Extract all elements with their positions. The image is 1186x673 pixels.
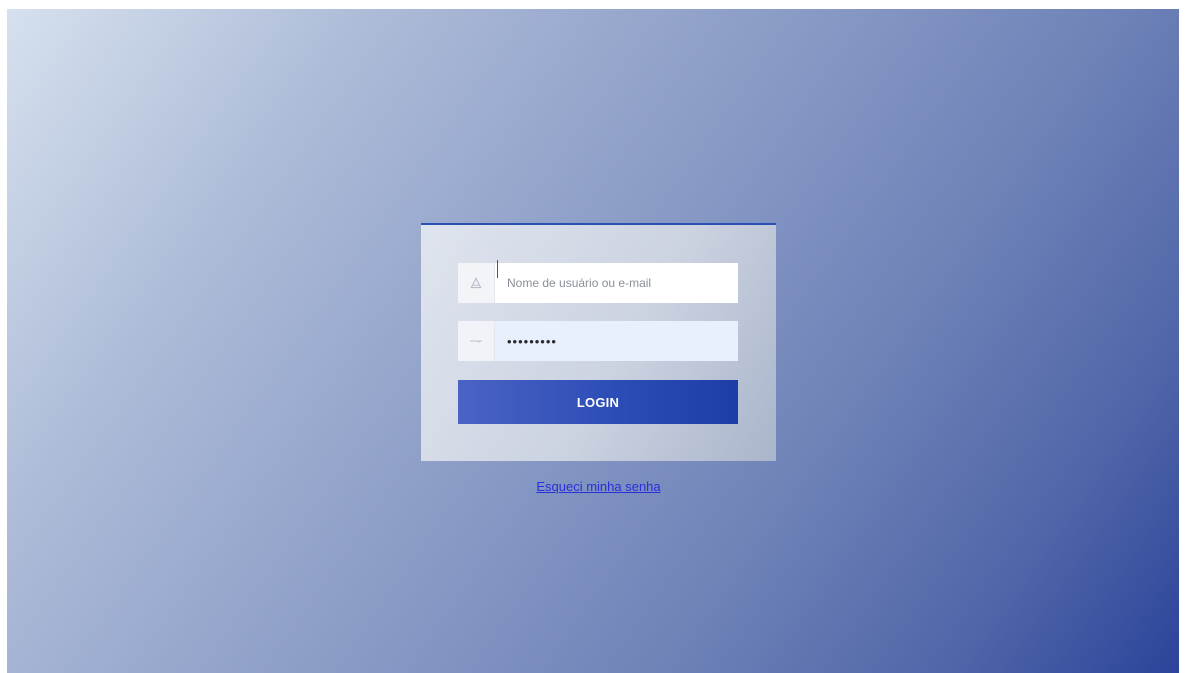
user-icon	[458, 263, 495, 303]
text-cursor	[497, 260, 498, 278]
username-field[interactable]	[458, 260, 738, 303]
username-input[interactable]	[495, 263, 738, 303]
key-icon	[458, 321, 495, 361]
forgot-password-link[interactable]: Esqueci minha senha	[421, 479, 776, 494]
login-screen: LOGIN Esqueci minha senha	[7, 9, 1179, 673]
login-button[interactable]: LOGIN	[458, 380, 738, 424]
password-field[interactable]	[458, 321, 738, 361]
login-panel: LOGIN	[421, 223, 776, 461]
password-input[interactable]	[495, 321, 738, 361]
